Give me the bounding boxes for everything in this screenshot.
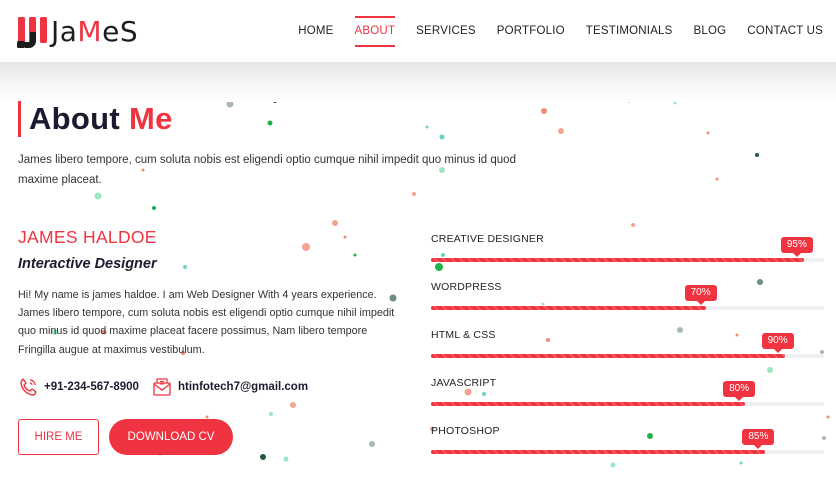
skill-percent-badge: 80%: [723, 381, 756, 401]
skill-item: PHOTOSHOP 85%: [431, 425, 824, 465]
page-title: About Me: [18, 101, 173, 137]
skill-bar-track: [431, 402, 824, 406]
skill-bar-fill: [431, 450, 766, 454]
envelope-icon: [153, 378, 171, 396]
skill-bar-fill: [431, 258, 805, 262]
skill-bar-track: [431, 306, 824, 310]
skill-item: HTML & CSS 90%: [431, 329, 824, 369]
skill-bar-fill: [431, 402, 746, 406]
skill-item: JAVASCRIPT 80%: [431, 377, 824, 417]
skill-bar-track: [431, 450, 824, 454]
phone-contact[interactable]: +91-234-567-8900: [18, 377, 139, 397]
email-address: htinfotech7@gmail.com: [178, 381, 309, 393]
skill-label: WORDPRESS: [431, 281, 502, 293]
skill-bar-fill: [431, 354, 785, 358]
bio-text: Hi! My name is james haldoe. I am Web De…: [18, 289, 395, 356]
skill-label: PHOTOSHOP: [431, 425, 500, 437]
about-section: About Me James libero tempore, cum solut…: [0, 0, 836, 484]
phone-number: +91-234-567-8900: [44, 381, 139, 393]
skill-label: HTML & CSS: [431, 329, 496, 341]
skill-bar-track: [431, 354, 824, 358]
page-title-text: About Me: [29, 101, 173, 136]
phone-icon: [20, 378, 37, 396]
skill-percent-badge: 90%: [761, 333, 794, 353]
email-contact[interactable]: htinfotech7@gmail.com: [152, 377, 308, 397]
skill-item: WORDPRESS 70%: [431, 281, 824, 321]
skill-percent-badge: 95%: [780, 237, 813, 257]
skill-item: CREATIVE DESIGNER 95%: [431, 233, 824, 273]
skill-percent-badge: 85%: [742, 429, 775, 449]
skill-label: CREATIVE DESIGNER: [431, 233, 544, 245]
download-cv-button[interactable]: DOWNLOAD CV: [109, 419, 233, 455]
skill-percent-badge: 70%: [684, 285, 717, 305]
person-role: Interactive Designer: [18, 256, 157, 272]
skill-label: JAVASCRIPT: [431, 377, 497, 389]
intro-text: James libero tempore, cum soluta nobis e…: [18, 154, 516, 186]
title-accent-bar: [18, 101, 21, 137]
hire-me-button[interactable]: HIRE ME: [18, 419, 99, 455]
skill-bar-fill: [431, 306, 707, 310]
skill-bar-track: [431, 258, 824, 262]
person-name: JAMES HALDOE: [18, 227, 157, 247]
